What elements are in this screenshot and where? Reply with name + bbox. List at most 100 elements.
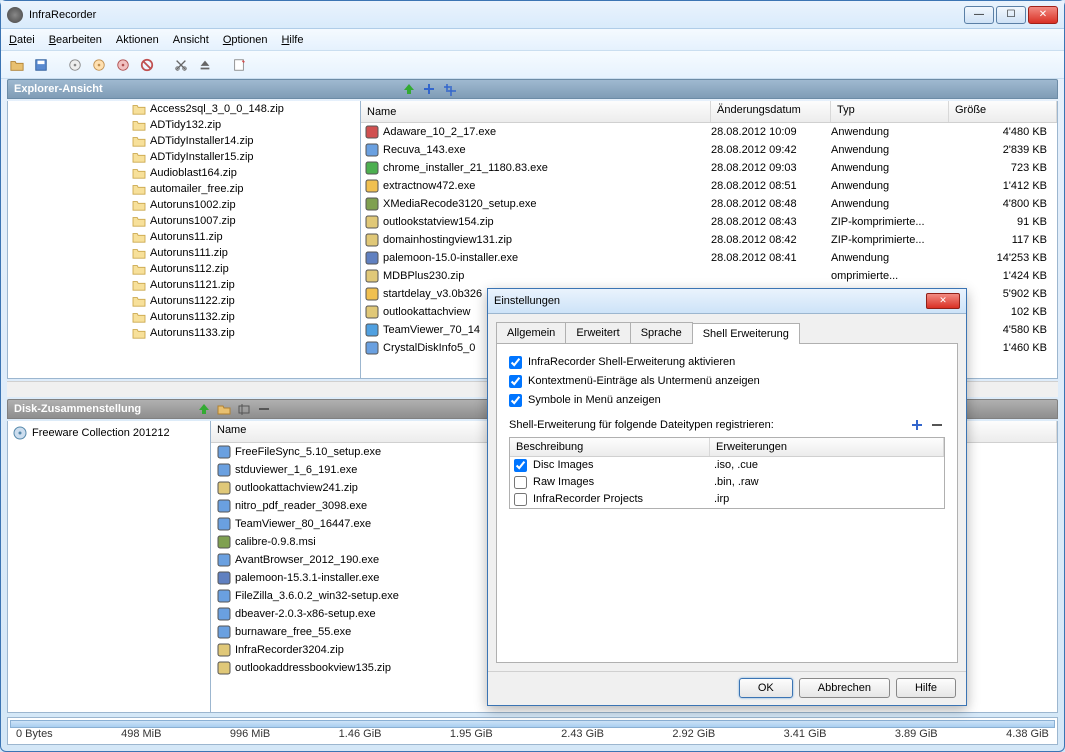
disk-root-item[interactable]: Freeware Collection 201212 (8, 421, 210, 445)
ext-add-icon[interactable] (909, 417, 925, 433)
up-arrow-icon[interactable] (401, 81, 417, 97)
file-row[interactable]: outlookstatview154.zip28.08.2012 08:43ZI… (361, 213, 1057, 231)
minimize-button[interactable]: — (964, 6, 994, 24)
disk-up-arrow-icon[interactable] (196, 401, 212, 417)
ext-table-body[interactable]: Disc Images.iso, .cueRaw Images.bin, .ra… (510, 457, 944, 508)
ext-row-desc: Raw Images (533, 476, 594, 488)
ruler-tick: 1.46 GiB (339, 728, 382, 740)
file-row[interactable]: Adaware_10_2_17.exe28.08.2012 10:09Anwen… (361, 123, 1057, 141)
menu-edit[interactable]: Bearbeiten (49, 34, 102, 46)
chk-icons[interactable] (509, 394, 522, 407)
tab-shell[interactable]: Shell Erweiterung (692, 323, 800, 344)
section-label: Shell-Erweiterung für folgende Dateitype… (509, 419, 774, 431)
ext-col-ext[interactable]: Erweiterungen (710, 438, 944, 456)
ext-remove-icon[interactable] (929, 417, 945, 433)
tree-item[interactable]: ADTidy132.zip (8, 117, 360, 133)
tab-language[interactable]: Sprache (630, 322, 693, 343)
menu-actions[interactable]: Aktionen (116, 34, 159, 46)
eject-icon[interactable] (195, 55, 215, 75)
col-date[interactable]: Änderungsdatum (711, 101, 831, 122)
menu-options[interactable]: Optionen (223, 34, 268, 46)
disk-file-name: TeamViewer_80_16447.exe (235, 518, 371, 530)
tab-general[interactable]: Allgemein (496, 322, 566, 343)
tree-item[interactable]: Autoruns1133.zip (8, 325, 360, 341)
disk-file-name: FreeFileSync_5.10_setup.exe (235, 446, 381, 458)
ok-button[interactable]: OK (739, 678, 793, 698)
file-row[interactable]: domainhostingview131.zip28.08.2012 08:42… (361, 231, 1057, 249)
ext-row-check[interactable] (514, 493, 527, 506)
disc4-icon[interactable] (137, 55, 157, 75)
tab-page-shell: InfraRecorder Shell-Erweiterung aktivier… (496, 343, 958, 663)
disk-root-label: Freeware Collection 201212 (32, 427, 170, 439)
disc1-icon[interactable] (65, 55, 85, 75)
col-type[interactable]: Typ (831, 101, 949, 122)
folder-tree[interactable]: Access2sql_3_0_0_148.zipADTidy132.zipADT… (7, 101, 361, 379)
close-button[interactable]: ✕ (1028, 6, 1058, 24)
remove-icon[interactable] (256, 401, 272, 417)
menu-file[interactable]: Datei (9, 34, 35, 46)
tree-item[interactable]: Access2sql_3_0_0_148.zip (8, 101, 360, 117)
menu-view[interactable]: Ansicht (173, 34, 209, 46)
chk-submenu[interactable] (509, 375, 522, 388)
disc2-icon[interactable] (89, 55, 109, 75)
file-size: 4'800 KB (949, 198, 1057, 210)
menu-help[interactable]: Hilfe (281, 34, 303, 46)
file-date: 28.08.2012 08:43 (711, 216, 831, 228)
menubar: Datei Bearbeiten Aktionen Ansicht Option… (1, 29, 1064, 51)
maximize-button[interactable]: ☐ (996, 6, 1026, 24)
ext-row[interactable]: Raw Images.bin, .raw (510, 474, 944, 491)
file-row[interactable]: XMediaRecode3120_setup.exe28.08.2012 08:… (361, 195, 1057, 213)
ext-row[interactable]: Disc Images.iso, .cue (510, 457, 944, 474)
ruler-tick: 2.92 GiB (672, 728, 715, 740)
ext-row-check[interactable] (514, 459, 527, 472)
tree-item[interactable]: Autoruns1121.zip (8, 277, 360, 293)
chk-activate-shell[interactable] (509, 356, 522, 369)
tree-item[interactable]: automailer_free.zip (8, 181, 360, 197)
new-folder-icon[interactable] (216, 401, 232, 417)
disk-tree[interactable]: Freeware Collection 201212 (7, 421, 211, 713)
ext-col-desc[interactable]: Beschreibung (510, 438, 710, 456)
file-row[interactable]: palemoon-15.0-installer.exe28.08.2012 08… (361, 249, 1057, 267)
log-icon[interactable] (229, 55, 249, 75)
file-size: 4'480 KB (949, 126, 1057, 138)
col-size[interactable]: Größe (949, 101, 1057, 122)
ext-row[interactable]: InfraRecorder Projects.irp (510, 491, 944, 508)
tree-item[interactable]: Autoruns112.zip (8, 261, 360, 277)
file-row[interactable]: extractnow472.exe28.08.2012 08:51Anwendu… (361, 177, 1057, 195)
file-type: Anwendung (831, 162, 949, 174)
add-all-icon[interactable] (441, 81, 457, 97)
add-icon[interactable] (421, 81, 437, 97)
rename-icon[interactable] (236, 401, 252, 417)
tree-item[interactable]: Autoruns11.zip (8, 229, 360, 245)
tree-item[interactable]: Autoruns1122.zip (8, 293, 360, 309)
file-size: 1'412 KB (949, 180, 1057, 192)
open-icon[interactable] (7, 55, 27, 75)
ruler-tick: 3.89 GiB (895, 728, 938, 740)
dialog-close-button[interactable]: ✕ (926, 293, 960, 309)
file-row[interactable]: MDBPlus230.zipomprimierte...1'424 KB (361, 267, 1057, 285)
disk-file-name: stduviewer_1_6_191.exe (235, 464, 357, 476)
tree-item[interactable]: Autoruns1007.zip (8, 213, 360, 229)
file-name: MDBPlus230.zip (383, 270, 464, 282)
file-row[interactable]: Recuva_143.exe28.08.2012 09:42Anwendung2… (361, 141, 1057, 159)
dialog-titlebar[interactable]: Einstellungen ✕ (488, 289, 966, 314)
tree-item[interactable]: Autoruns1002.zip (8, 197, 360, 213)
col-name[interactable]: Name (361, 101, 711, 122)
cancel-button[interactable]: Abbrechen (799, 678, 890, 698)
tree-item[interactable]: ADTidyInstaller14.zip (8, 133, 360, 149)
tab-advanced[interactable]: Erweitert (565, 322, 630, 343)
tree-item[interactable]: Autoruns111.zip (8, 245, 360, 261)
ext-row-check[interactable] (514, 476, 527, 489)
file-size: 1'424 KB (949, 270, 1057, 282)
help-button[interactable]: Hilfe (896, 678, 956, 698)
save-icon[interactable] (31, 55, 51, 75)
tree-item[interactable]: ADTidyInstaller15.zip (8, 149, 360, 165)
disc3-icon[interactable] (113, 55, 133, 75)
cut-icon[interactable] (171, 55, 191, 75)
tree-item[interactable]: Audioblast164.zip (8, 165, 360, 181)
tree-item[interactable]: Autoruns1132.zip (8, 309, 360, 325)
titlebar[interactable]: InfraRecorder — ☐ ✕ (1, 1, 1064, 29)
app-icon (7, 7, 23, 23)
file-type: ZIP-komprimierte... (831, 234, 949, 246)
file-row[interactable]: chrome_installer_21_1180.83.exe28.08.201… (361, 159, 1057, 177)
